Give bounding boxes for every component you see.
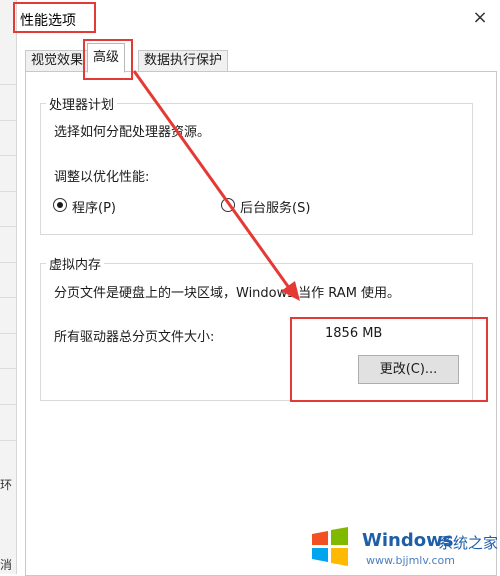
watermark-suffix: 系统之家 [438,534,499,552]
annotation-arrow [132,70,300,301]
windows-logo-icon [312,527,348,566]
watermark-url: www.bjjmlv.com [366,554,455,567]
watermark: Windows 系统之家 www.bjjmlv.com [310,520,500,570]
annotation-highlight-tab [83,39,133,80]
